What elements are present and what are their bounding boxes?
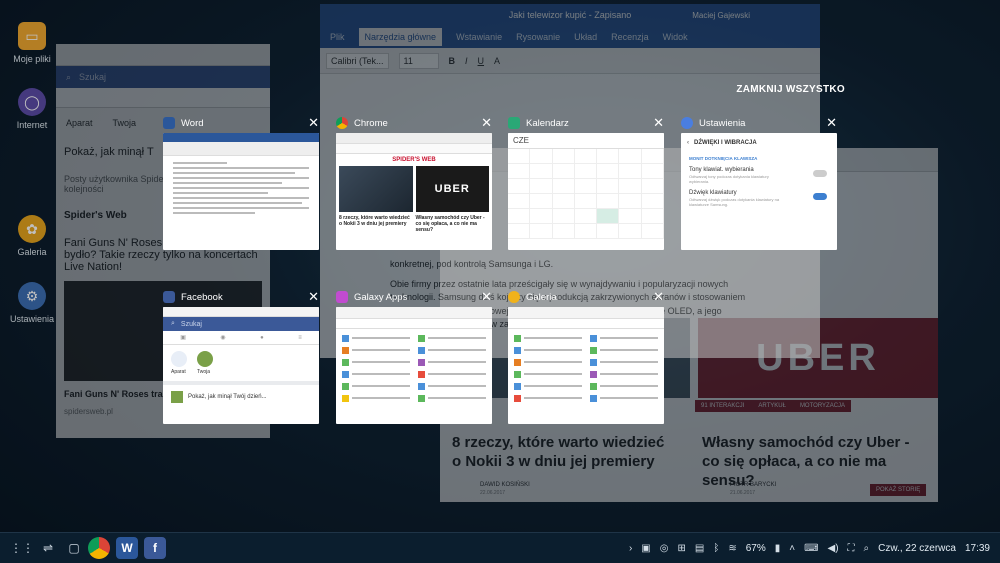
- battery-icon: ▮: [774, 542, 781, 554]
- save-icon: ▤: [694, 542, 705, 554]
- close-icon[interactable]: ✕: [308, 115, 319, 131]
- card-title: Galeria: [526, 291, 557, 303]
- clock: 17:39: [964, 542, 990, 554]
- settings-header: DŹWIĘKI I WIBRACJA: [694, 140, 757, 146]
- calendar-month: CZE: [508, 133, 664, 149]
- settings-icon: [681, 117, 693, 129]
- galaxy-apps-thumbnail[interactable]: [336, 307, 492, 424]
- recent-card-galaxy-apps[interactable]: Galaxy Apps ✕: [336, 287, 492, 424]
- close-icon[interactable]: ✕: [308, 289, 319, 305]
- calendar-thumbnail[interactable]: CZE: [508, 133, 664, 250]
- toggle-keyboard: [813, 193, 827, 200]
- recent-card-facebook[interactable]: Facebook ✕ ⌕ Szukaj ▣ ◉ ● ≡ Aparat Twoja Pok…: [163, 287, 319, 424]
- facebook-thumbnail[interactable]: ⌕ Szukaj ▣ ◉ ● ≡ Aparat Twoja Pokaż, jak min…: [163, 307, 319, 424]
- settings-row-sub: Odtwarzaj dźwięk podczas dotykania klawi…: [689, 197, 780, 207]
- recents-overlay: [0, 0, 1000, 532]
- back-icon: ‹: [687, 140, 689, 146]
- card-title: Chrome: [354, 117, 388, 129]
- settings-thumbnail[interactable]: ‹ DŹWIĘKI I WIBRACJA MONIT DOTKNIĘCIA KLA…: [681, 133, 837, 250]
- settings-row-dialpad: Tony klawiat. wybierania: [689, 167, 754, 173]
- caption-uber: Własny samochód czy Uber - co się opłaca…: [415, 215, 485, 233]
- volume-icon[interactable]: ◀): [828, 543, 839, 554]
- word-icon: [163, 117, 175, 129]
- gallery-thumbnail[interactable]: [508, 307, 664, 424]
- card-title: Word: [181, 117, 204, 129]
- battery-percent: 67%: [745, 542, 766, 554]
- chevron-right-icon[interactable]: ›: [629, 543, 632, 554]
- chrome-taskbar-icon[interactable]: [88, 537, 110, 559]
- chrome-icon: [336, 117, 348, 129]
- home-icon[interactable]: ▢: [62, 536, 86, 560]
- close-icon[interactable]: ✕: [826, 115, 837, 131]
- recent-card-calendar[interactable]: Kalendarz ✕ CZE: [508, 113, 664, 250]
- screenshot-icon: ⊞: [677, 542, 686, 554]
- image-icon: ▣: [641, 542, 651, 554]
- galaxy-apps-icon: [336, 291, 348, 303]
- apps-grid-icon[interactable]: ⋮⋮: [10, 536, 34, 560]
- recent-card-settings[interactable]: Ustawienia ✕ ‹ DŹWIĘKI I WIBRACJA MONIT D…: [681, 113, 837, 250]
- word-thumbnail[interactable]: [163, 133, 319, 250]
- fb-label-yours: Twoja: [197, 369, 211, 375]
- system-tray: › ▣ ◎ ⊞ ▤ ᛒ ≋ 67% ▮ ˄ ⌨ ◀) ⛶ ⌕ Czw., 22 …: [629, 543, 990, 554]
- facebook-icon: [163, 291, 175, 303]
- settings-row-keyboard: Dźwięk klawiatury: [689, 190, 737, 196]
- calendar-icon: [508, 117, 520, 129]
- recent-card-gallery[interactable]: Galeria ✕: [508, 287, 664, 424]
- chevron-up-icon[interactable]: ˄: [789, 543, 795, 554]
- card-title: Ustawienia: [699, 117, 746, 129]
- word-taskbar-icon[interactable]: W: [116, 537, 138, 559]
- fullscreen-icon[interactable]: ⛶: [848, 543, 855, 554]
- date: Czw., 22 czerwca: [878, 542, 956, 554]
- taskbar: ⋮⋮ ⇌ ▢ W f › ▣ ◎ ⊞ ▤ ᛒ ≋ 67% ▮ ˄ ⌨ ◀) ⛶ …: [0, 532, 1000, 563]
- bluetooth-icon: ᛒ: [713, 542, 720, 554]
- recent-card-chrome[interactable]: Chrome ✕ SPIDER'S WEB UBER 8 rzeczy, któ…: [336, 113, 492, 250]
- wifi-icon: ≋: [728, 542, 737, 554]
- chrome-thumbnail[interactable]: SPIDER'S WEB UBER 8 rzeczy, które warto …: [336, 133, 492, 250]
- card-title: Facebook: [181, 291, 223, 303]
- fb-label-camera: Aparat: [171, 369, 186, 375]
- facebook-taskbar-icon[interactable]: f: [144, 537, 166, 559]
- toggle-dialpad: [813, 170, 827, 177]
- close-icon[interactable]: ✕: [481, 289, 492, 305]
- instagram-icon: ◎: [659, 542, 669, 554]
- close-icon[interactable]: ✕: [653, 289, 664, 305]
- caption-nokia: 8 rzeczy, które warto wiedzieć o Nokii 3…: [339, 215, 410, 227]
- close-icon[interactable]: ✕: [481, 115, 492, 131]
- settings-section: MONIT DOTKNIĘCIA KLAWISZA: [689, 156, 758, 161]
- close-all-button[interactable]: ZAMKNIJ WSZYSTKO: [736, 84, 845, 95]
- search-icon[interactable]: ⌕: [864, 543, 870, 554]
- close-icon[interactable]: ✕: [653, 115, 664, 131]
- search-icon: ⌕: [171, 320, 175, 327]
- fb-search: Szukaj: [180, 320, 202, 328]
- settings-row-sub: Odtwarzaj tony podczas dotykania klawiat…: [689, 174, 769, 184]
- avatar: [171, 391, 183, 403]
- uber-image: UBER: [415, 166, 489, 212]
- card-title: Kalendarz: [526, 117, 569, 129]
- gallery-icon: [508, 291, 520, 303]
- spider-logo: SPIDER'S WEB: [392, 157, 436, 163]
- keyboard-icon[interactable]: ⌨: [804, 543, 818, 554]
- fb-post-prompt: Pokaż, jak minął Twój dzień...: [188, 394, 267, 400]
- recent-card-word[interactable]: Word ✕: [163, 113, 319, 250]
- card-title: Galaxy Apps: [354, 291, 408, 303]
- recents-icon[interactable]: ⇌: [36, 536, 60, 560]
